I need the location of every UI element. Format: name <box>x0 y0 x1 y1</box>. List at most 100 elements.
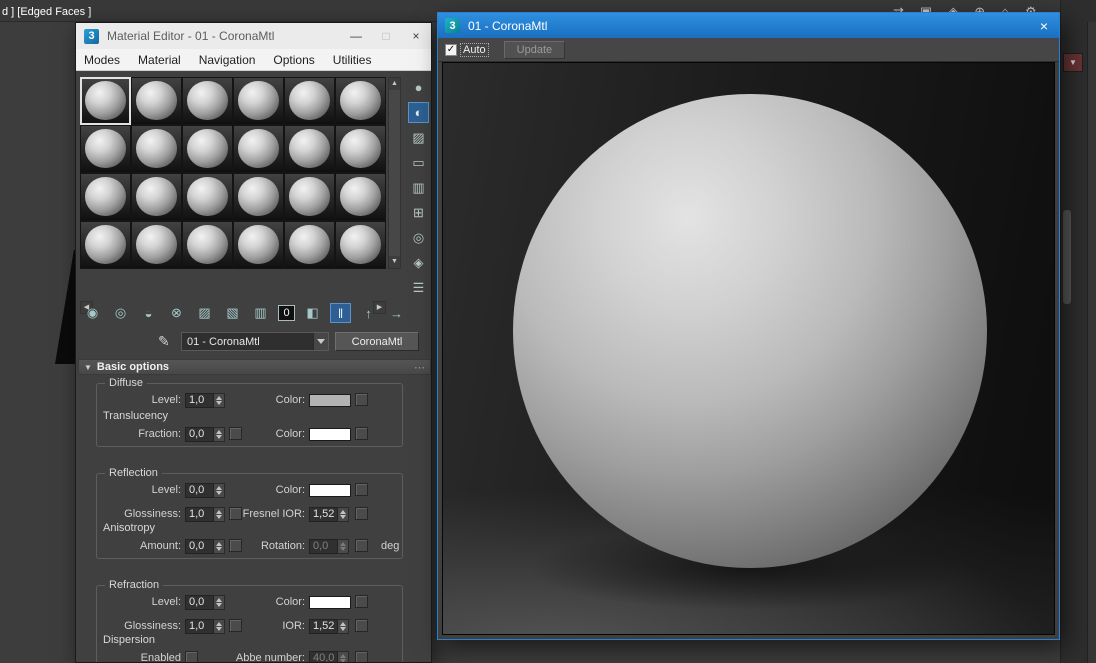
sample-sphere-preview <box>238 81 279 120</box>
material-id-channel-icon[interactable]: 0 <box>278 305 295 321</box>
assign-material-to-selection-icon[interactable]: ◒ <box>138 303 159 323</box>
reset-map-icon[interactable]: ⊗ <box>166 303 187 323</box>
sample-slot[interactable] <box>131 221 182 269</box>
sample-slot[interactable] <box>233 221 284 269</box>
abbe-number-spinner[interactable]: 40,0 <box>309 651 349 662</box>
menu-navigation[interactable]: Navigation <box>199 53 256 67</box>
close-button[interactable]: × <box>401 29 431 43</box>
pick-material-eyedropper-icon[interactable]: ✎ <box>158 333 170 350</box>
sample-slot[interactable] <box>182 173 233 221</box>
select-by-material-icon[interactable]: ◈ <box>408 252 429 273</box>
sample-slot[interactable] <box>233 173 284 221</box>
refraction-ior-map-button[interactable] <box>355 619 368 632</box>
diffuse-color-map-button[interactable] <box>355 393 368 406</box>
make-material-copy-icon[interactable]: ▨ <box>194 303 215 323</box>
sample-slot[interactable] <box>182 77 233 125</box>
menu-options[interactable]: Options <box>273 53 314 67</box>
diffuse-color-swatch[interactable] <box>309 394 351 407</box>
reflection-color-map-button[interactable] <box>355 483 368 496</box>
material-type-button[interactable]: CoronaMtl <box>335 332 419 351</box>
spinner-arrows-icon[interactable] <box>338 651 349 662</box>
fresnel-ior-map-button[interactable] <box>355 507 368 520</box>
options-icon[interactable]: ◎ <box>408 227 429 248</box>
translucency-title: Translucency <box>103 410 169 422</box>
sample-type-icon[interactable]: ● <box>408 77 429 98</box>
put-to-library-icon[interactable]: ▥ <box>250 303 271 323</box>
dispersion-enabled-checkbox[interactable] <box>185 651 198 662</box>
rotation-map-button[interactable] <box>355 539 368 552</box>
fresnel-ior-value[interactable]: 1,52 <box>309 507 338 522</box>
sample-slot[interactable] <box>284 77 335 125</box>
sample-slot[interactable] <box>80 221 131 269</box>
refraction-ior-spinner[interactable]: 1,52 <box>309 619 349 634</box>
fresnel-ior-spinner[interactable]: 1,52 <box>309 507 349 522</box>
make-unique-icon[interactable]: ▧ <box>222 303 243 323</box>
put-material-to-scene-icon[interactable]: ◎ <box>110 303 131 323</box>
refraction-ior-value[interactable]: 1,52 <box>309 619 338 634</box>
sample-sphere-preview <box>340 81 381 120</box>
minimize-button[interactable]: — <box>341 29 371 43</box>
scroll-up-icon[interactable]: ▲ <box>389 78 400 90</box>
sample-slot[interactable] <box>131 173 182 221</box>
refraction-color-swatch[interactable] <box>309 596 351 609</box>
update-button[interactable]: Update <box>503 40 566 59</box>
sample-slot[interactable] <box>335 77 386 125</box>
video-color-check-icon[interactable]: ▥ <box>408 177 429 198</box>
sample-slot[interactable] <box>233 77 284 125</box>
reflection-group: Reflection Level: 0,0 Color: Glossiness:… <box>96 467 403 559</box>
abbe-number-map-button[interactable] <box>355 651 368 662</box>
viewport-preset-button[interactable]: ▼ <box>1063 53 1083 72</box>
show-material-in-viewport-icon[interactable]: ◧ <box>302 303 323 323</box>
sample-slot[interactable] <box>131 125 182 173</box>
spinner-arrows-icon[interactable] <box>338 539 349 554</box>
rotation-value[interactable]: 0,0 <box>309 539 338 554</box>
sample-slot[interactable] <box>233 125 284 173</box>
menu-utilities[interactable]: Utilities <box>333 53 372 67</box>
material-name-select[interactable]: 01 - CoronaMtl <box>181 332 329 351</box>
menu-modes[interactable]: Modes <box>84 53 120 67</box>
scroll-down-icon[interactable]: ▼ <box>389 256 400 268</box>
refraction-level-label: Level: <box>151 596 181 608</box>
sample-slot[interactable] <box>335 125 386 173</box>
right-panel-scrollbar[interactable] <box>1063 210 1071 304</box>
sample-slot[interactable] <box>284 221 335 269</box>
auto-checkbox-label[interactable]: Auto <box>460 42 489 57</box>
sample-slot[interactable] <box>182 125 233 173</box>
refraction-color-map-button[interactable] <box>355 595 368 608</box>
sample-slot-scrollbar[interactable]: ▲ ▼ <box>388 77 401 269</box>
refraction-level-row: Level: 0,0 Color: <box>97 594 402 610</box>
sample-slot[interactable] <box>131 77 182 125</box>
sample-slot[interactable] <box>284 125 335 173</box>
maximize-button[interactable]: □ <box>371 29 401 43</box>
menu-material[interactable]: Material <box>138 53 181 67</box>
spinner-arrows-icon[interactable] <box>338 619 349 634</box>
show-end-result-icon[interactable]: ‖ <box>330 303 351 323</box>
spinner-arrows-icon[interactable] <box>338 507 349 522</box>
abbe-number-value[interactable]: 40,0 <box>309 651 338 662</box>
material-editor-titlebar[interactable]: 3 Material Editor - 01 - CoronaMtl — □ × <box>76 23 431 49</box>
generate-preview-icon[interactable]: ⊞ <box>408 202 429 223</box>
get-material-icon[interactable]: ◉ <box>82 303 103 323</box>
rotation-spinner[interactable]: 0,0 <box>309 539 349 554</box>
go-forward-to-sibling-icon[interactable]: → <box>386 303 407 323</box>
go-to-parent-icon[interactable]: ↑ <box>358 303 379 323</box>
translucency-color-map-button[interactable] <box>355 427 368 440</box>
auto-checkbox[interactable]: ✓ <box>445 43 457 56</box>
sample-slot[interactable] <box>80 173 131 221</box>
sample-slot[interactable] <box>182 221 233 269</box>
sample-uv-tiling-icon[interactable]: ▭ <box>408 152 429 173</box>
reflection-color-swatch[interactable] <box>309 484 351 497</box>
background-icon[interactable]: ▨ <box>408 127 429 148</box>
translucency-color-swatch[interactable] <box>309 428 351 441</box>
rollout-basic-options[interactable]: ▼ Basic options ⋯ <box>78 359 431 375</box>
dropdown-arrow-icon[interactable] <box>313 333 328 350</box>
sample-slot[interactable] <box>80 125 131 173</box>
sample-slot[interactable] <box>335 173 386 221</box>
close-icon[interactable]: × <box>1029 18 1059 34</box>
corona-vfb-titlebar[interactable]: 3 01 - CoronaMtl × <box>438 13 1059 38</box>
sample-slot[interactable] <box>284 173 335 221</box>
backlight-icon[interactable]: ◐ <box>408 102 429 123</box>
material-map-navigator-icon[interactable]: ☰ <box>408 277 429 298</box>
sample-slot[interactable] <box>80 77 131 125</box>
sample-slot[interactable] <box>335 221 386 269</box>
